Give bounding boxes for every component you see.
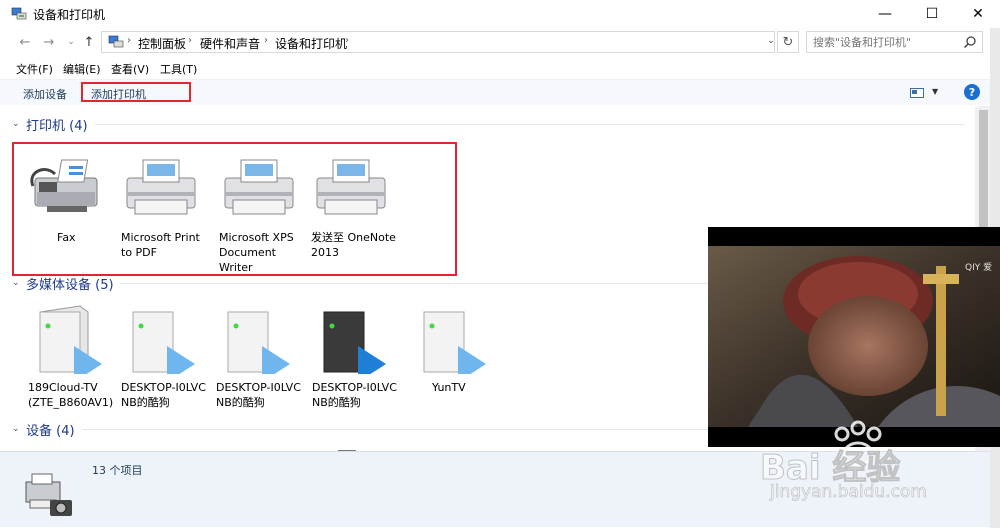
breadcrumb-hardware-sound[interactable]: 硬件和声音	[200, 35, 260, 52]
title-bar: 设备和打印机 — ☐ ✕	[0, 0, 1000, 28]
media-server-icon	[323, 311, 386, 374]
group-label-media: 多媒体设备 (5)	[26, 277, 114, 293]
collapse-chevron-icon[interactable]: ⌄	[12, 424, 22, 434]
video-frame-image	[708, 246, 1000, 427]
media-server-icon	[39, 305, 102, 374]
printers-highlight-frame	[12, 142, 457, 276]
address-dropdown-chevron-icon[interactable]: ⌄	[764, 34, 778, 48]
media-item-189cloud-tv[interactable]: 189Cloud-TV (ZTE_B860AV1)	[22, 302, 114, 412]
group-header-devices[interactable]: ⌄ 设备 (4)	[12, 419, 75, 439]
media-item-desktop-kugou[interactable]: DESKTOP-I0LVC NB的酷狗	[210, 302, 302, 412]
media-server-icon	[132, 311, 195, 374]
device-caption: YunTV	[432, 381, 466, 394]
search-input[interactable]	[813, 33, 963, 51]
media-item-desktop-kugou[interactable]: DESKTOP-I0LVC NB的酷狗	[115, 302, 207, 412]
breadcrumb-separator-icon[interactable]: ›	[264, 35, 268, 46]
menu-edit[interactable]: 编辑(E)	[63, 61, 101, 77]
devices-printers-app-icon	[11, 7, 27, 20]
breadcrumb-devices-printers[interactable]: 设备和打印机	[275, 35, 347, 52]
breadcrumb-separator-icon[interactable]: ›	[127, 35, 131, 46]
video-player-overlay[interactable]: QIY 爱	[708, 227, 1000, 447]
device-caption: DESKTOP-I0LVC NB的酷狗	[312, 381, 397, 409]
change-view-icon[interactable]	[910, 88, 924, 98]
device-caption: 189Cloud-TV (ZTE_B860AV1)	[28, 381, 114, 409]
group-divider	[95, 124, 965, 125]
command-bar: 添加设备 添加打印机 ▼ ?	[0, 79, 990, 105]
group-header-printers[interactable]: ⌄ 打印机 (4)	[12, 114, 88, 134]
menu-tools[interactable]: 工具(T)	[160, 61, 197, 77]
breadcrumb-separator-icon[interactable]: ›	[345, 35, 349, 46]
group-header-media[interactable]: ⌄ 多媒体设备 (5)	[12, 273, 114, 293]
device-caption: DESKTOP-I0LVC NB的酷狗	[121, 381, 206, 409]
group-label-devices: 设备 (4)	[26, 423, 75, 439]
media-server-icon	[227, 311, 290, 374]
address-bar[interactable]: › 控制面板 › 硬件和声音 › 设备和打印机 ›	[101, 31, 775, 53]
refresh-icon[interactable]: ↻	[777, 31, 799, 53]
control-panel-location-icon	[108, 35, 124, 48]
breadcrumb-separator-icon[interactable]: ›	[188, 35, 192, 46]
media-item-yuntv[interactable]: YunTV	[406, 302, 498, 412]
devices-printers-window: 设备和打印机 — ☐ ✕ ← → ⌄ ↑ › 控制面板 › 硬件和声音 › 设备…	[0, 0, 1000, 528]
search-box[interactable]	[806, 31, 983, 53]
watermark-url: jingyan.baidu.com	[770, 482, 927, 503]
group-label-printers: 打印机 (4)	[26, 118, 88, 134]
minimize-button[interactable]: —	[862, 0, 908, 28]
add-printer-button[interactable]: 添加打印机	[81, 82, 191, 102]
maximize-button[interactable]: ☐	[909, 0, 955, 28]
media-server-icon	[423, 311, 486, 374]
device-caption: DESKTOP-I0LVC NB的酷狗	[216, 381, 301, 409]
recent-locations-chevron-icon[interactable]: ⌄	[62, 33, 80, 51]
back-arrow-icon[interactable]: ←	[16, 33, 34, 51]
devices-printers-large-icon	[25, 473, 72, 516]
media-item-desktop-kugou-selected[interactable]: DESKTOP-I0LVC NB的酷狗	[306, 302, 398, 412]
breadcrumb-control-panel[interactable]: 控制面板	[138, 35, 186, 52]
item-count: 13 个项目	[92, 464, 143, 477]
window-title: 设备和打印机	[33, 8, 106, 22]
collapse-chevron-icon[interactable]: ⌄	[12, 278, 22, 288]
forward-arrow-icon[interactable]: →	[40, 33, 58, 51]
menu-view[interactable]: 查看(V)	[111, 61, 149, 77]
up-arrow-icon[interactable]: ↑	[80, 33, 98, 51]
video-logo: QIY 爱	[965, 263, 993, 273]
add-device-button[interactable]: 添加设备	[23, 86, 67, 102]
search-icon[interactable]	[963, 35, 977, 49]
close-button[interactable]: ✕	[955, 0, 1000, 28]
collapse-chevron-icon[interactable]: ⌄	[12, 119, 22, 129]
baidu-watermark: Bai 经验 jingyan.baidu.com	[759, 420, 980, 510]
menu-bar: 文件(F) 编辑(E) 查看(V) 工具(T)	[0, 58, 990, 78]
help-button[interactable]: ?	[964, 84, 980, 100]
menu-file[interactable]: 文件(F)	[16, 61, 53, 77]
view-options-dropdown-icon[interactable]: ▼	[932, 87, 938, 96]
